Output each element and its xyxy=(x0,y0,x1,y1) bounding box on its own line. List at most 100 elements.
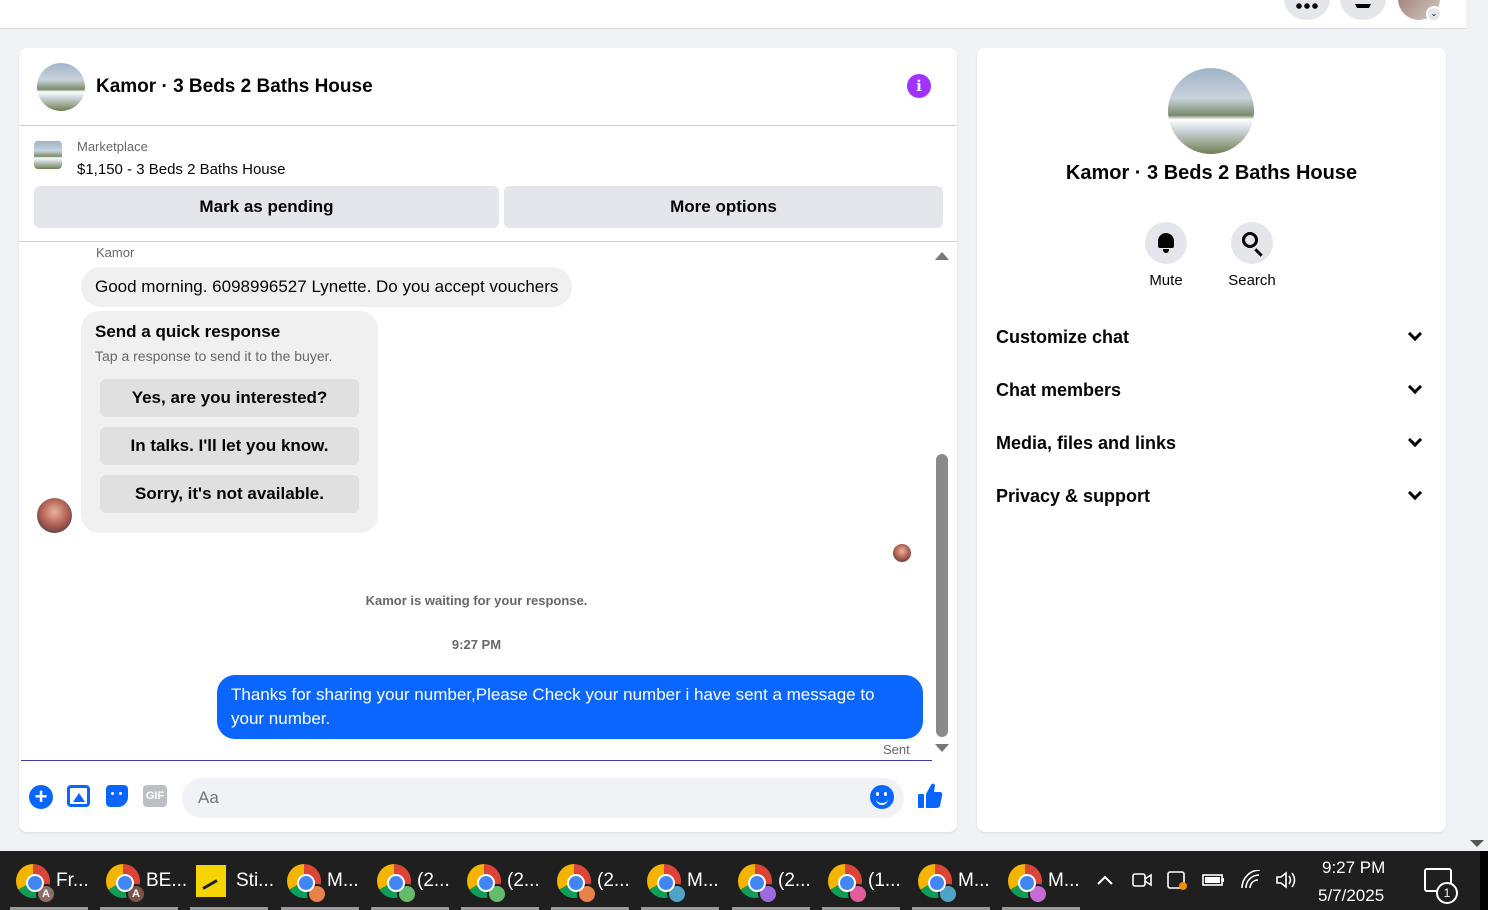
sticker-icon[interactable] xyxy=(106,785,128,807)
wifi-icon[interactable] xyxy=(1240,869,1262,890)
taskbar-app-button[interactable]: Sti... xyxy=(186,851,274,910)
onedrive-sync-icon[interactable] xyxy=(1166,870,1188,890)
volume-icon[interactable] xyxy=(1275,870,1297,890)
taskbar-app-button[interactable]: A BE... xyxy=(96,851,187,910)
profile-badge-icon xyxy=(577,884,597,904)
profile-badge-icon: A xyxy=(36,884,56,904)
taskbar-app-label: M... xyxy=(1048,870,1080,891)
scroll-down-arrow-icon[interactable] xyxy=(1470,840,1484,847)
taskbar-app-button[interactable]: M... xyxy=(277,851,363,910)
taskbar-app-button[interactable]: (2... xyxy=(367,851,453,910)
chrome-icon xyxy=(738,864,778,904)
chevron-down-icon xyxy=(1407,432,1423,448)
search-button[interactable]: Search xyxy=(1222,222,1282,289)
seen-by-avatar xyxy=(893,544,911,562)
groups-nav-icon[interactable] xyxy=(358,0,386,8)
account-avatar[interactable]: ⌄ xyxy=(1398,0,1442,22)
menu-grid-button[interactable] xyxy=(1284,0,1330,20)
quick-response-option[interactable]: Yes, are you interested? xyxy=(100,379,359,417)
gaming-nav-icon[interactable] xyxy=(646,0,674,8)
sent-status: Sent xyxy=(883,742,910,757)
windows-taskbar: 9:27 PM 5/7/2025 1 A Fr... A BE... Sti... M..… xyxy=(0,851,1488,910)
chevron-down-icon xyxy=(1407,485,1423,501)
taskbar-app-label: (2... xyxy=(778,870,811,891)
outgoing-message[interactable]: Thanks for sharing your number,Please Ch… xyxy=(217,675,923,739)
emoji-icon[interactable] xyxy=(870,785,894,809)
listing-thumbnail[interactable] xyxy=(37,63,85,111)
notifications-button[interactable] xyxy=(1340,0,1386,20)
info-icon[interactable]: i xyxy=(907,74,931,98)
notification-center-icon[interactable]: 1 xyxy=(1424,868,1458,904)
chevron-down-icon xyxy=(1407,326,1423,342)
mute-button[interactable]: Mute xyxy=(1136,222,1196,289)
section-label: Customize chat xyxy=(996,327,1130,347)
incoming-message[interactable]: Good morning. 6098996527 Lynette. Do you… xyxy=(81,267,573,307)
taskbar-app-button[interactable]: M... xyxy=(908,851,994,910)
profile-nav-icon[interactable] xyxy=(790,0,818,8)
meet-now-icon[interactable] xyxy=(1131,870,1153,890)
taskbar-app-label: (2... xyxy=(417,870,450,891)
scrollbar-thumb[interactable] xyxy=(936,454,948,737)
mute-label: Mute xyxy=(1149,272,1183,289)
listing-small-thumbnail[interactable] xyxy=(34,141,62,169)
taskbar-app-button[interactable]: (2... xyxy=(728,851,814,910)
gif-icon[interactable]: GIF xyxy=(143,785,167,807)
taskbar-app-button[interactable]: (2... xyxy=(457,851,543,910)
chat-panel: Kamor · 3 Beds 2 Baths House i Marketpla… xyxy=(19,48,957,832)
chrome-icon xyxy=(647,864,687,904)
taskbar-app-button[interactable]: M... xyxy=(998,851,1084,910)
taskbar-app-label: M... xyxy=(687,870,719,891)
chrome-icon xyxy=(377,864,417,904)
thumbs-up-icon[interactable] xyxy=(917,782,943,810)
taskbar-app-label: BE... xyxy=(146,870,188,891)
section-chat-members[interactable]: Chat members xyxy=(996,370,1426,410)
taskbar-app-button[interactable]: (2... xyxy=(547,851,633,910)
marketplace-label: Marketplace xyxy=(77,139,148,154)
sender-avatar[interactable] xyxy=(37,498,72,533)
sender-name: Kamor xyxy=(96,245,135,260)
taskbar-app-button[interactable]: (1... xyxy=(818,851,904,910)
clock-time[interactable]: 9:27 PM xyxy=(1322,858,1385,878)
chrome-icon xyxy=(467,864,507,904)
profile-badge-icon xyxy=(487,884,507,904)
more-options-button[interactable]: More options xyxy=(504,186,943,228)
scroll-down-arrow-icon[interactable] xyxy=(935,744,949,752)
section-media-files-links[interactable]: Media, files and links xyxy=(996,423,1426,463)
taskbar-app-label: M... xyxy=(958,870,990,891)
thread-scrollbar[interactable] xyxy=(935,252,949,752)
taskbar-app-button[interactable]: A Fr... xyxy=(6,851,92,910)
clock-date[interactable]: 5/7/2025 xyxy=(1318,886,1384,906)
photo-icon[interactable] xyxy=(67,785,90,807)
mark-as-pending-button[interactable]: Mark as pending xyxy=(34,186,499,228)
page-scrollbar[interactable] xyxy=(1466,0,1488,851)
taskbar-app-label: (2... xyxy=(507,870,540,891)
info-panel-title: Kamor · 3 Beds 2 Baths House xyxy=(1065,162,1358,184)
profile-badge-icon xyxy=(848,884,868,904)
scroll-up-arrow-icon[interactable] xyxy=(935,252,949,260)
battery-icon[interactable] xyxy=(1202,870,1224,890)
profile-badge-icon: A xyxy=(126,884,146,904)
watch-nav-icon[interactable] xyxy=(502,0,530,8)
quick-response-option[interactable]: Sorry, it's not available. xyxy=(100,475,359,513)
conversation-info-panel: Kamor · 3 Beds 2 Baths House Mute Search… xyxy=(977,48,1446,832)
search-icon xyxy=(1242,232,1258,248)
listing-price-title[interactable]: $1,150 - 3 Beds 2 Baths House xyxy=(77,161,285,178)
message-timestamp: 9:27 PM xyxy=(451,637,502,652)
section-privacy-support[interactable]: Privacy & support xyxy=(996,476,1426,516)
section-customize-chat[interactable]: Customize chat xyxy=(996,317,1426,357)
message-input[interactable] xyxy=(182,778,904,818)
listing-large-thumbnail[interactable] xyxy=(1168,68,1254,154)
show-hidden-icons-icon[interactable] xyxy=(1094,870,1116,890)
plus-icon[interactable]: + xyxy=(29,785,53,809)
screen-edge xyxy=(1480,851,1488,910)
quick-response-subtitle: Tap a response to send it to the buyer. xyxy=(95,348,333,364)
bell-icon xyxy=(1158,233,1174,253)
section-label: Privacy & support xyxy=(996,486,1151,506)
taskbar-app-button[interactable]: M... xyxy=(637,851,723,910)
marketplace-nav-icon[interactable] xyxy=(216,0,244,8)
quick-response-option[interactable]: In talks. I'll let you know. xyxy=(100,427,359,465)
chat-title[interactable]: Kamor · 3 Beds 2 Baths House xyxy=(96,76,373,98)
chevron-down-icon[interactable]: ⌄ xyxy=(1426,6,1442,22)
chrome-icon xyxy=(828,864,868,904)
profile-badge-icon xyxy=(397,884,417,904)
